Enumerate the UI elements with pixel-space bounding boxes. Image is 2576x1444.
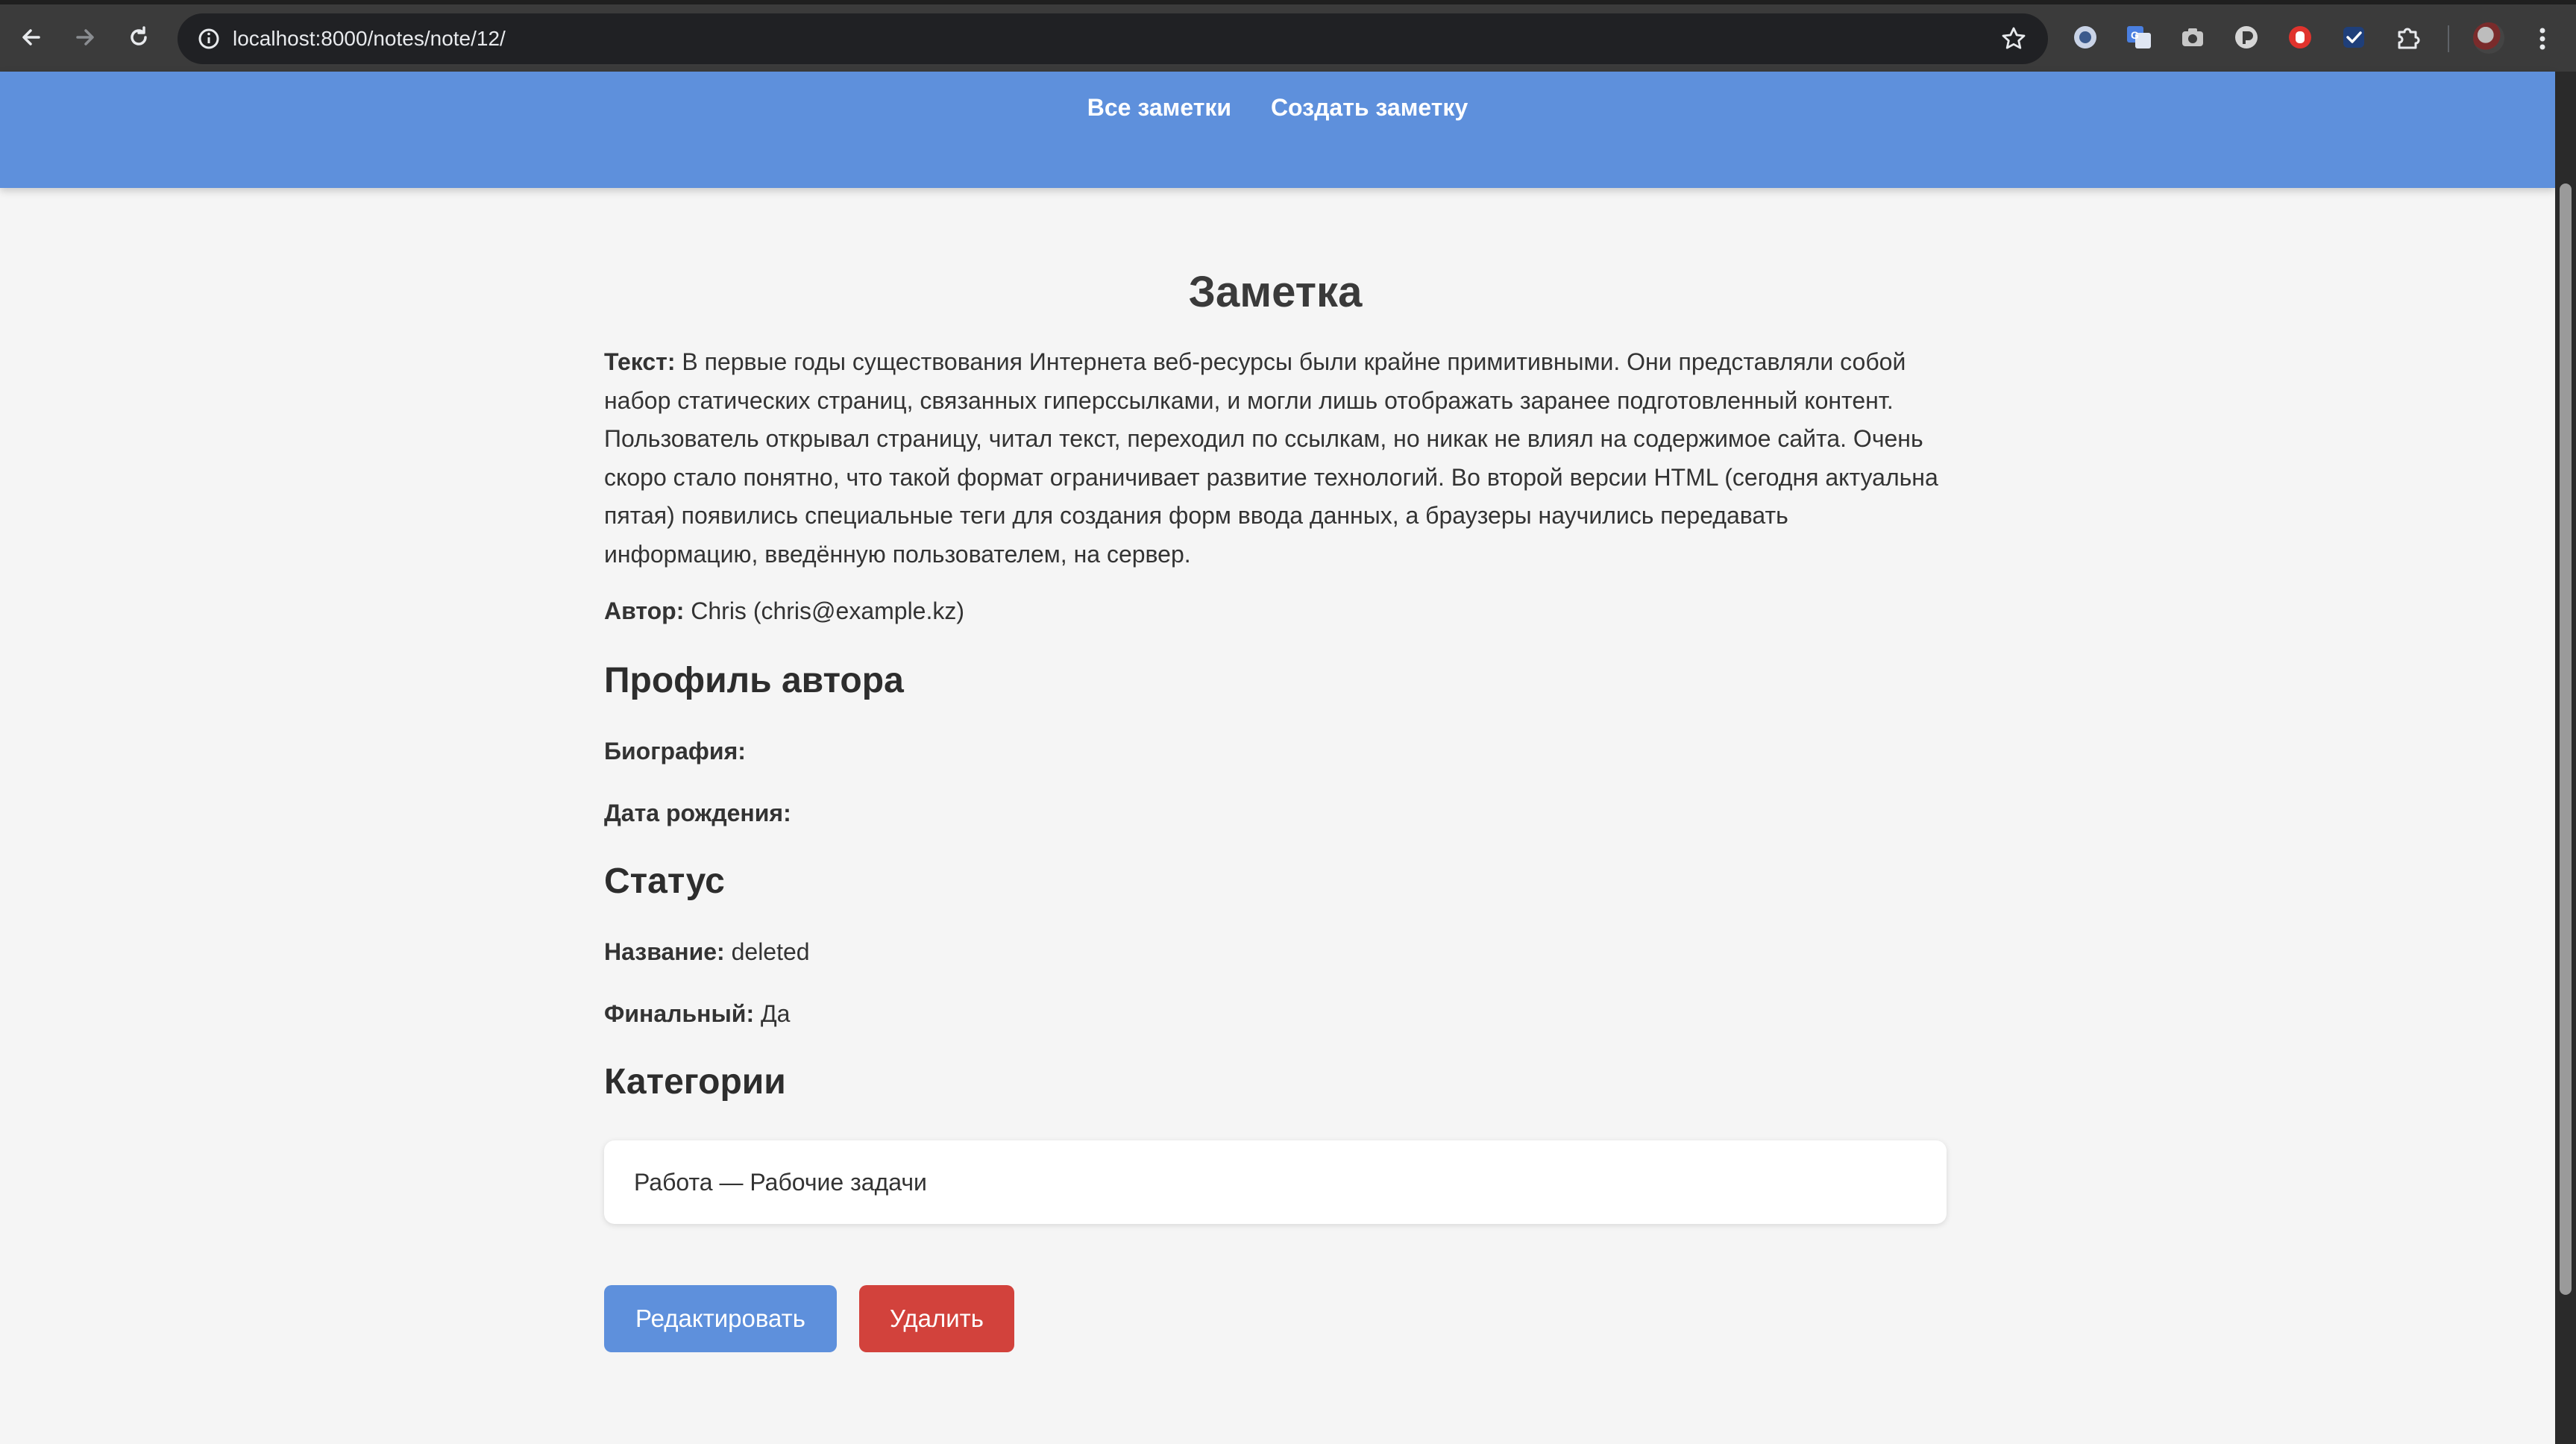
actions: Редактировать Удалить xyxy=(604,1285,1947,1352)
reload-icon[interactable] xyxy=(122,21,155,54)
browser-toolbar: localhost:8000/notes/note/12/ G xyxy=(0,0,2576,72)
forward-arrow-icon[interactable] xyxy=(69,21,101,54)
status-name-value: deleted xyxy=(724,938,810,965)
nav-create-note-link[interactable]: Создать заметку xyxy=(1271,94,1468,121)
status-heading: Статус xyxy=(604,861,725,901)
camera-extension-icon[interactable] xyxy=(2178,22,2208,52)
url-text[interactable]: localhost:8000/notes/note/12/ xyxy=(233,13,506,64)
address-bar[interactable]: localhost:8000/notes/note/12/ xyxy=(178,13,2048,64)
category-card: Работа — Рабочие задачи xyxy=(604,1140,1947,1224)
bookmark-star-icon[interactable] xyxy=(1997,22,2030,55)
profile-bio: Биография: xyxy=(604,736,1947,766)
note-detail: Заметка Текст: В первые годы существован… xyxy=(604,261,1947,1352)
scrollbar[interactable] xyxy=(2555,72,2576,1444)
nav-all-notes-link[interactable]: Все заметки xyxy=(1087,94,1231,121)
checkmark-extension-icon[interactable] xyxy=(2339,22,2369,52)
site-nav: Все заметки Создать заметку xyxy=(0,94,2555,122)
site-info-icon[interactable] xyxy=(192,22,225,55)
status-name-label: Название: xyxy=(604,938,725,965)
note-text: Текст: В первые годы существования Интер… xyxy=(604,343,1947,574)
pocket-extension-icon[interactable] xyxy=(2231,22,2261,52)
note-text-value: В первые годы существования Интернета ве… xyxy=(604,348,1938,568)
red-hand-extension-icon[interactable] xyxy=(2285,22,2315,52)
status-final-label: Финальный: xyxy=(604,1000,755,1027)
note-author: Автор: Chris (chris@example.kz) xyxy=(604,596,1947,626)
bio-label: Биография: xyxy=(604,738,746,765)
status-final: Финальный: Да xyxy=(604,999,1947,1029)
edit-button[interactable]: Редактировать xyxy=(604,1285,837,1352)
birth-label: Дата рождения: xyxy=(604,800,791,826)
note-text-label: Текст: xyxy=(604,348,676,375)
kebab-menu-icon[interactable] xyxy=(2531,22,2554,55)
profile-avatar[interactable] xyxy=(2473,22,2504,54)
svg-text:G: G xyxy=(2131,29,2139,41)
status-final-value: Да xyxy=(754,1000,791,1027)
circle-extension-icon[interactable] xyxy=(2070,22,2100,52)
toolbar-separator xyxy=(2448,25,2449,52)
back-arrow-icon[interactable] xyxy=(15,21,48,54)
profile-birth-date: Дата рождения: xyxy=(604,798,1947,828)
scrollbar-thumb[interactable] xyxy=(2560,183,2572,1295)
delete-button[interactable]: Удалить xyxy=(859,1285,1014,1352)
site-header: Все заметки Создать заметку xyxy=(0,72,2555,188)
translate-extension-icon[interactable]: G xyxy=(2124,22,2154,52)
page-title: Заметка xyxy=(1188,268,1363,316)
author-value: Chris (chris@example.kz) xyxy=(684,597,965,624)
page: Все заметки Создать заметку Заметка Текс… xyxy=(0,72,2555,1444)
status-name: Название: deleted xyxy=(604,937,1947,967)
author-label: Автор: xyxy=(604,597,685,624)
profile-heading: Профиль автора xyxy=(604,661,904,700)
puzzle-icon[interactable] xyxy=(2393,22,2422,52)
categories-heading: Категории xyxy=(604,1062,786,1102)
